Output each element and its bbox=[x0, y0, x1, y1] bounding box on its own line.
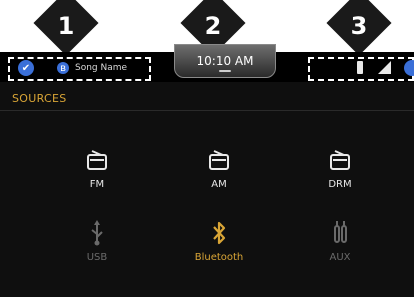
source-am-button[interactable]: AM bbox=[179, 145, 259, 190]
source-usb-button[interactable]: USB bbox=[57, 218, 137, 263]
clock-tab[interactable]: 10:10 AM bbox=[174, 44, 276, 78]
callout-number-1: 1 bbox=[57, 12, 75, 40]
source-aux-button[interactable]: AUX bbox=[300, 218, 380, 263]
source-drm-button[interactable]: DRM bbox=[300, 145, 380, 190]
phone-status-icon bbox=[357, 61, 363, 74]
callout-number-2: 2 bbox=[204, 12, 222, 40]
bluetooth-icon bbox=[179, 218, 259, 248]
source-bluetooth-button[interactable]: Bluetooth bbox=[179, 218, 259, 263]
source-aux-label: AUX bbox=[329, 252, 351, 263]
page-title: SOURCES bbox=[12, 92, 67, 105]
clock-handle-icon bbox=[219, 70, 231, 72]
aux-cable-icon bbox=[300, 218, 380, 248]
radio-icon bbox=[300, 145, 380, 175]
clock-time: 10:10 AM bbox=[196, 54, 254, 68]
radio-icon bbox=[57, 145, 137, 175]
source-am-label: AM bbox=[211, 179, 227, 190]
signal-strength-icon bbox=[378, 61, 391, 74]
bluetooth-status-icon: ʙ bbox=[57, 62, 69, 74]
nav-status-icon-right bbox=[404, 60, 414, 76]
song-name: Song Name bbox=[75, 63, 128, 73]
callout-number-3: 3 bbox=[350, 12, 368, 40]
usb-icon bbox=[57, 218, 137, 248]
source-bluetooth-label: Bluetooth bbox=[194, 252, 244, 263]
navigation-status-icon: ✔ bbox=[18, 60, 34, 76]
source-fm-label: FM bbox=[89, 179, 105, 190]
radio-icon bbox=[179, 145, 259, 175]
source-drm-label: DRM bbox=[328, 179, 352, 190]
source-fm-button[interactable]: FM bbox=[57, 145, 137, 190]
source-usb-label: USB bbox=[86, 252, 108, 263]
heading-divider bbox=[0, 110, 414, 111]
